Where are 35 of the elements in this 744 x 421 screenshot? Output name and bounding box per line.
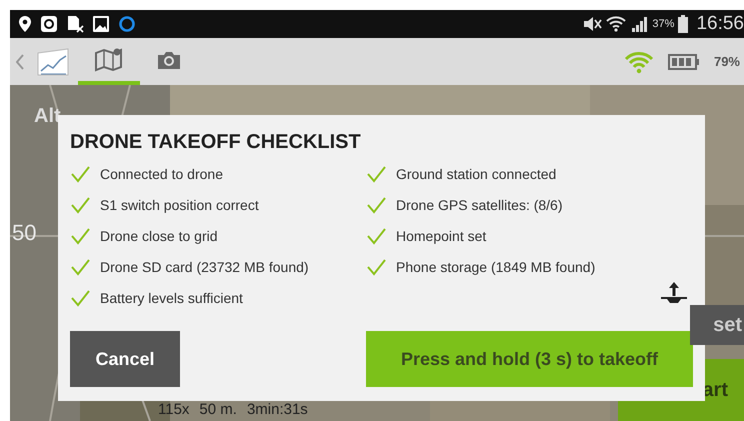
location-pin-icon (18, 15, 32, 33)
dialog-title: DRONE TAKEOFF CHECKLIST (70, 131, 362, 154)
clock: 16:56 (696, 13, 744, 35)
map-pin-icon (94, 46, 124, 72)
signal-icon (630, 15, 648, 33)
app-notification-icon (40, 15, 58, 33)
map-label: Alt (34, 105, 61, 128)
sync-circle-icon (118, 15, 136, 33)
checklist-item: Drone SD card (23732 MB found) (100, 259, 309, 275)
flight-stat: 3min:31s (246, 401, 308, 418)
checklist-item: Drone close to grid (100, 228, 218, 244)
takeoff-button[interactable]: Press and hold (3 s) to takeoff (366, 331, 693, 387)
cancel-button[interactable]: Cancel (70, 331, 180, 387)
map-label: 50 (12, 220, 36, 246)
checklist-item: Phone storage (1849 MB found) (396, 259, 596, 275)
app-logo-icon (36, 46, 70, 76)
reset-button[interactable]: set (690, 305, 744, 345)
drone-takeoff-icon (659, 280, 689, 306)
mute-icon (582, 15, 602, 33)
checklist-item: Drone GPS satellites: (8/6) (396, 197, 563, 213)
checklist-item: Battery levels sufficient (100, 290, 243, 306)
image-icon (92, 15, 110, 33)
flight-stat: 115x (158, 401, 190, 418)
battery-percent: 79% (714, 54, 740, 69)
checklist-item: Ground station connected (396, 166, 556, 182)
checklist-item: Connected to drone (100, 166, 223, 182)
wifi-icon (606, 15, 626, 33)
sim-card-icon (66, 15, 84, 33)
battery-icon (668, 52, 700, 70)
checklist-item: S1 switch position correct (100, 197, 259, 213)
battery-percent: 37% (652, 18, 674, 30)
battery-icon (678, 15, 688, 33)
checklist-item: Homepoint set (396, 228, 486, 244)
wifi-icon (624, 50, 654, 74)
flight-stat: 50 m. (199, 401, 237, 418)
